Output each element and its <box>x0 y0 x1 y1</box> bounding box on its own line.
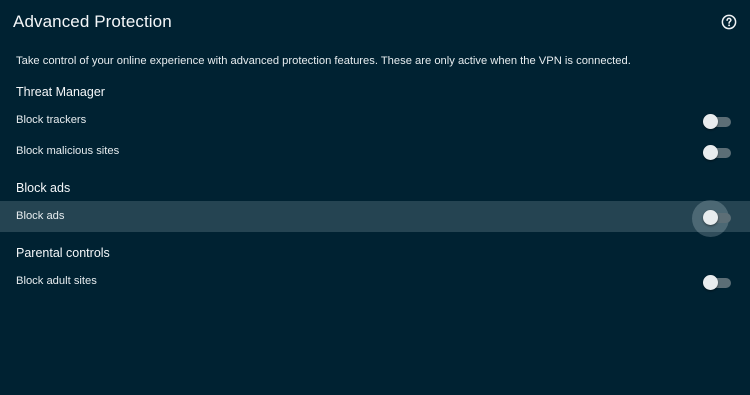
feature-description: Take control of your online experience w… <box>16 55 631 67</box>
setting-row-block-ads[interactable]: Block ads <box>0 200 750 237</box>
section-title-threat-manager: Threat Manager <box>16 85 105 99</box>
toggle-thumb <box>703 114 718 129</box>
block-trackers-toggle[interactable] <box>703 114 731 129</box>
setting-label: Block trackers <box>16 114 87 126</box>
app-header: Advanced Protection <box>0 0 750 44</box>
setting-row-block-trackers[interactable]: Block trackers <box>0 105 750 136</box>
setting-row-block-adult-sites[interactable]: Block adult sites <box>0 266 750 297</box>
setting-label: Block adult sites <box>16 275 97 287</box>
block-ads-toggle[interactable] <box>692 200 731 237</box>
question-circle-icon <box>721 14 737 30</box>
section-title-block-ads: Block ads <box>16 181 71 195</box>
help-button[interactable] <box>721 14 737 30</box>
block-malicious-sites-toggle[interactable] <box>703 145 731 160</box>
setting-label: Block malicious sites <box>16 145 120 157</box>
toggle-thumb <box>703 275 718 290</box>
toggle-thumb <box>703 210 718 225</box>
setting-label: Block ads <box>16 210 65 222</box>
setting-row-block-malicious-sites[interactable]: Block malicious sites <box>0 136 750 167</box>
toggle-thumb <box>703 145 718 160</box>
section-title-parental-controls: Parental controls <box>16 246 110 260</box>
page-title: Advanced Protection <box>13 12 172 31</box>
block-adult-sites-toggle[interactable] <box>703 275 731 290</box>
